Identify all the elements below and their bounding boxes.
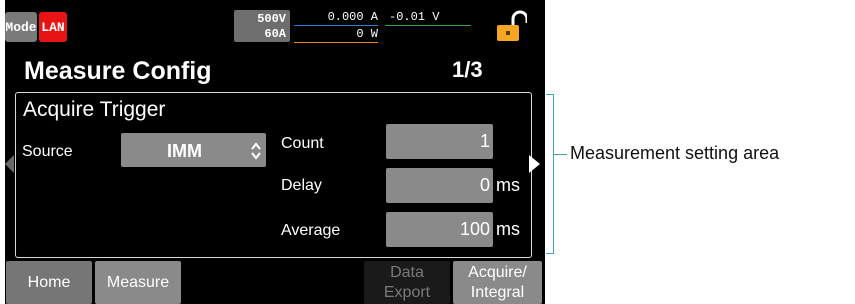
measured-current: 0.000 A (294, 10, 378, 26)
source-value: IMM (167, 141, 202, 161)
data-export-softkey[interactable]: Data Export (364, 261, 450, 304)
average-field[interactable]: 100 (386, 212, 493, 247)
acquire-label-line1: Acquire/ (468, 263, 527, 281)
lan-indicator[interactable]: LAN (39, 12, 67, 42)
acquire-label-line2: Integral (470, 283, 525, 301)
callout-text: Measurement setting area (570, 143, 780, 163)
unlocked-padlock-icon[interactable] (493, 10, 527, 42)
updown-chevron-icon (251, 142, 261, 160)
measure-label: Measure (106, 273, 170, 291)
callout-leader-line (554, 154, 567, 155)
mode-button[interactable]: Mode (5, 12, 37, 42)
current-limit: 60A (264, 27, 286, 41)
measure-softkey[interactable]: Measure (95, 261, 181, 304)
previous-page-arrow-icon[interactable] (5, 155, 14, 173)
data-export-label-line2: Export (383, 283, 431, 301)
limit-display: 500V 60A (234, 10, 290, 42)
delay-field[interactable]: 0 (386, 168, 493, 203)
average-unit: ms (496, 219, 520, 239)
source-select[interactable]: IMM (121, 133, 266, 167)
count-value: 1 (479, 131, 490, 151)
page-title: Measure Config (24, 57, 212, 85)
delay-label: Delay (281, 177, 322, 194)
home-label: Home (27, 273, 71, 291)
next-page-arrow-icon[interactable] (529, 155, 540, 173)
voltage-limit: 500V (257, 12, 286, 26)
average-label: Average (281, 222, 341, 239)
section-title: Acquire Trigger (23, 98, 166, 121)
average-value: 100 (459, 219, 490, 239)
mode-label: Mode (5, 19, 37, 35)
count-label: Count (281, 135, 324, 152)
count-field[interactable]: 1 (386, 124, 493, 159)
page-number: 1/3 (452, 57, 483, 82)
home-softkey[interactable]: Home (6, 261, 92, 304)
measured-voltage: -0.01 V (385, 10, 471, 26)
delay-value: 0 (479, 175, 490, 195)
acquire-integral-softkey[interactable]: Acquire/ Integral (453, 261, 542, 304)
instrument-screen: Mode LAN 500V 60A 0.000 A -0.01 V 0 W Me… (5, 0, 545, 304)
delay-unit: ms (496, 175, 520, 195)
lan-label: LAN (41, 19, 65, 35)
callout-bracket (546, 94, 554, 254)
measured-power: 0 W (294, 27, 378, 43)
data-export-label-line1: Data (390, 263, 424, 281)
source-label: Source (22, 143, 73, 160)
